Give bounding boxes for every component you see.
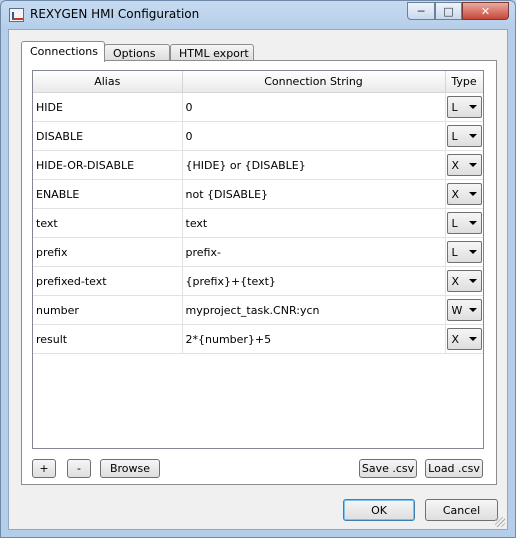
alias-cell[interactable]: result <box>33 324 183 354</box>
type-cell: L <box>445 92 483 122</box>
connection-string-cell[interactable]: not {DISABLE} <box>182 179 446 209</box>
table-row[interactable]: number myproject_task.CNR:ycn W <box>33 295 483 325</box>
remove-row-button[interactable]: - <box>67 459 91 478</box>
table-row[interactable]: ENABLE not {DISABLE} X <box>33 179 483 209</box>
chevron-down-icon <box>468 105 477 109</box>
type-value: X <box>451 275 460 288</box>
resize-grip-icon[interactable] <box>495 517 505 527</box>
table-row[interactable]: prefixed-text {prefix}+{text} X <box>33 266 483 296</box>
connection-string-cell[interactable]: {HIDE} or {DISABLE} <box>182 150 446 180</box>
chevron-down-icon <box>468 134 477 138</box>
maximize-button[interactable]: □ <box>435 2 462 20</box>
type-value: W <box>451 304 463 317</box>
type-dropdown[interactable]: W <box>446 299 482 321</box>
type-cell: W <box>445 295 483 325</box>
connection-string-cell[interactable]: 0 <box>182 121 446 151</box>
type-cell: L <box>445 121 483 151</box>
type-dropdown[interactable]: L <box>446 96 482 118</box>
ok-button[interactable]: OK <box>343 499 415 521</box>
title-bar[interactable]: REXYGEN HMI Configuration ─ □ ✕ <box>1 1 515 29</box>
alias-cell[interactable]: number <box>33 295 183 325</box>
type-cell: X <box>445 324 483 354</box>
browse-button[interactable]: Browse <box>100 459 160 478</box>
chevron-down-icon <box>468 163 477 167</box>
connection-string-cell[interactable]: myproject_task.CNR:ycn <box>182 295 446 325</box>
type-value: L <box>451 101 458 114</box>
alias-cell[interactable]: HIDE-OR-DISABLE <box>33 150 183 180</box>
chevron-down-icon <box>468 192 477 196</box>
minimize-button[interactable]: ─ <box>407 2 435 20</box>
connection-string-cell[interactable]: 0 <box>182 92 446 122</box>
tab-html-export[interactable]: HTML export <box>170 44 254 61</box>
chevron-down-icon <box>468 337 477 341</box>
table-row[interactable]: DISABLE 0 L <box>33 121 483 151</box>
connections-panel: Alias Connection String Type HIDE 0 L DISAB… <box>21 60 497 485</box>
table-header-row: Alias Connection String Type <box>33 71 483 93</box>
alias-cell[interactable]: prefixed-text <box>33 266 183 296</box>
chevron-down-icon <box>468 221 477 225</box>
type-dropdown[interactable]: L <box>446 125 482 147</box>
type-value: X <box>451 159 460 172</box>
close-button[interactable]: ✕ <box>462 2 509 20</box>
table-row[interactable]: HIDE-OR-DISABLE {HIDE} or {DISABLE} X <box>33 150 483 180</box>
type-dropdown[interactable]: X <box>446 183 482 205</box>
alias-cell[interactable]: DISABLE <box>33 121 183 151</box>
type-dropdown[interactable]: X <box>446 328 482 350</box>
type-value: X <box>451 333 460 346</box>
add-row-button[interactable]: + <box>32 459 56 478</box>
window-title: REXYGEN HMI Configuration <box>30 7 200 21</box>
type-dropdown[interactable]: X <box>446 270 482 292</box>
column-header-type[interactable]: Type <box>445 71 483 93</box>
dialog-client-area: Connections Options HTML export Alias Co… <box>8 29 508 530</box>
minimize-icon: ─ <box>417 4 425 18</box>
connection-string-cell[interactable]: prefix- <box>182 237 446 267</box>
tab-options[interactable]: Options <box>104 44 170 61</box>
table-row[interactable]: prefix prefix- L <box>33 237 483 267</box>
type-cell: X <box>445 179 483 209</box>
connection-string-cell[interactable]: 2*{number}+5 <box>182 324 446 354</box>
table-row[interactable]: result 2*{number}+5 X <box>33 324 483 354</box>
table-row[interactable]: text text L <box>33 208 483 238</box>
chevron-down-icon <box>468 279 477 283</box>
type-cell: L <box>445 208 483 238</box>
type-value: L <box>451 130 458 143</box>
type-cell: X <box>445 266 483 296</box>
save-csv-button[interactable]: Save .csv <box>359 459 417 478</box>
type-value: L <box>451 246 458 259</box>
tab-connections[interactable]: Connections <box>21 41 105 62</box>
connection-string-cell[interactable]: {prefix}+{text} <box>182 266 446 296</box>
column-header-connection-string[interactable]: Connection String <box>182 71 446 93</box>
type-dropdown[interactable]: L <box>446 241 482 263</box>
connection-string-cell[interactable]: text <box>182 208 446 238</box>
alias-cell[interactable]: prefix <box>33 237 183 267</box>
cancel-button[interactable]: Cancel <box>425 499 498 521</box>
type-dropdown[interactable]: X <box>446 154 482 176</box>
chevron-down-icon <box>468 308 477 312</box>
alias-cell[interactable]: text <box>33 208 183 238</box>
type-cell: L <box>445 237 483 267</box>
alias-cell[interactable]: HIDE <box>33 92 183 122</box>
chevron-down-icon <box>468 250 477 254</box>
column-header-alias[interactable]: Alias <box>33 71 183 93</box>
load-csv-button[interactable]: Load .csv <box>425 459 483 478</box>
alias-cell[interactable]: ENABLE <box>33 179 183 209</box>
maximize-icon: □ <box>443 4 454 18</box>
app-icon <box>9 8 24 22</box>
type-cell: X <box>445 150 483 180</box>
dialog-window: REXYGEN HMI Configuration ─ □ ✕ Connecti… <box>0 0 516 538</box>
type-value: X <box>451 188 460 201</box>
type-value: L <box>451 217 458 230</box>
connections-table[interactable]: Alias Connection String Type HIDE 0 L DISAB… <box>32 70 484 449</box>
close-icon: ✕ <box>480 4 491 18</box>
type-dropdown[interactable]: L <box>446 212 482 234</box>
table-row[interactable]: HIDE 0 L <box>33 92 483 122</box>
